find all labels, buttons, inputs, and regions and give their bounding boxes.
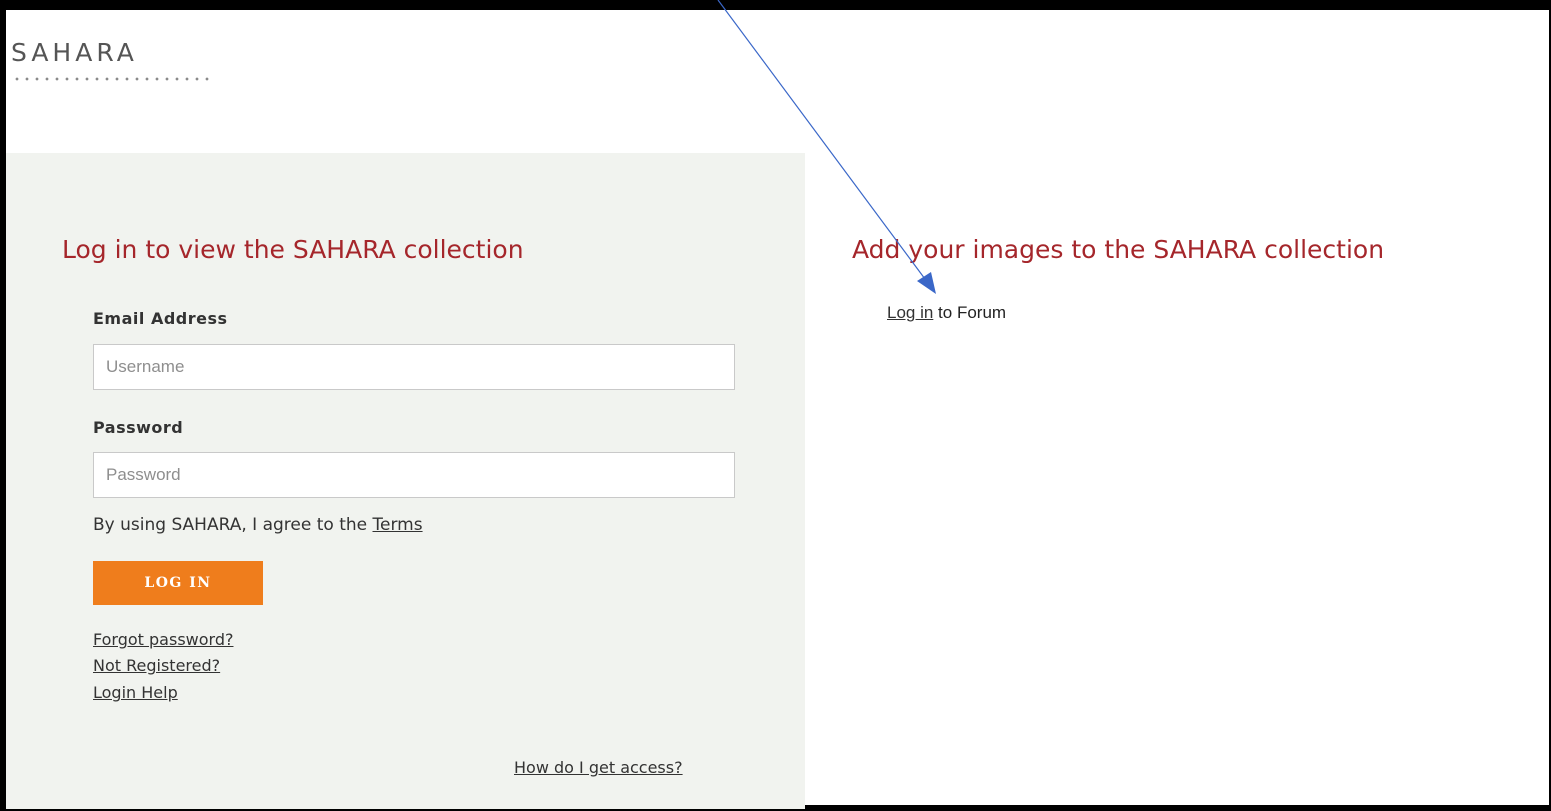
login-help-link[interactable]: Login Help bbox=[93, 683, 178, 702]
terms-agreement-text: By using SAHARA, I agree to the bbox=[93, 515, 373, 535]
access-help-link[interactable]: How do I get access? bbox=[514, 758, 683, 777]
forgot-password-link[interactable]: Forgot password? bbox=[93, 630, 233, 649]
logo-dotted-underline bbox=[12, 77, 212, 81]
contribute-heading: Add your images to the SAHARA collection bbox=[852, 235, 1385, 264]
forum-login-suffix: to Forum bbox=[933, 303, 1007, 322]
email-input[interactable] bbox=[93, 344, 735, 390]
email-label: Email Address bbox=[93, 309, 228, 328]
login-panel: Log in to view the SAHARA collection Ema… bbox=[6, 153, 805, 809]
forum-login-link[interactable]: Log in bbox=[887, 303, 933, 322]
login-button[interactable]: LOG IN bbox=[93, 561, 263, 605]
terms-link[interactable]: Terms bbox=[373, 515, 423, 535]
login-heading: Log in to view the SAHARA collection bbox=[62, 235, 524, 264]
password-input[interactable] bbox=[93, 452, 735, 498]
page-frame: SAHARA Log in to view the SAHARA collect… bbox=[0, 0, 1551, 811]
sahara-logo: SAHARA bbox=[11, 38, 138, 67]
not-registered-link[interactable]: Not Registered? bbox=[93, 656, 220, 675]
terms-agreement: By using SAHARA, I agree to the Terms bbox=[93, 515, 423, 535]
forum-login-line: Log in to Forum bbox=[887, 303, 1006, 323]
password-label: Password bbox=[93, 418, 184, 437]
